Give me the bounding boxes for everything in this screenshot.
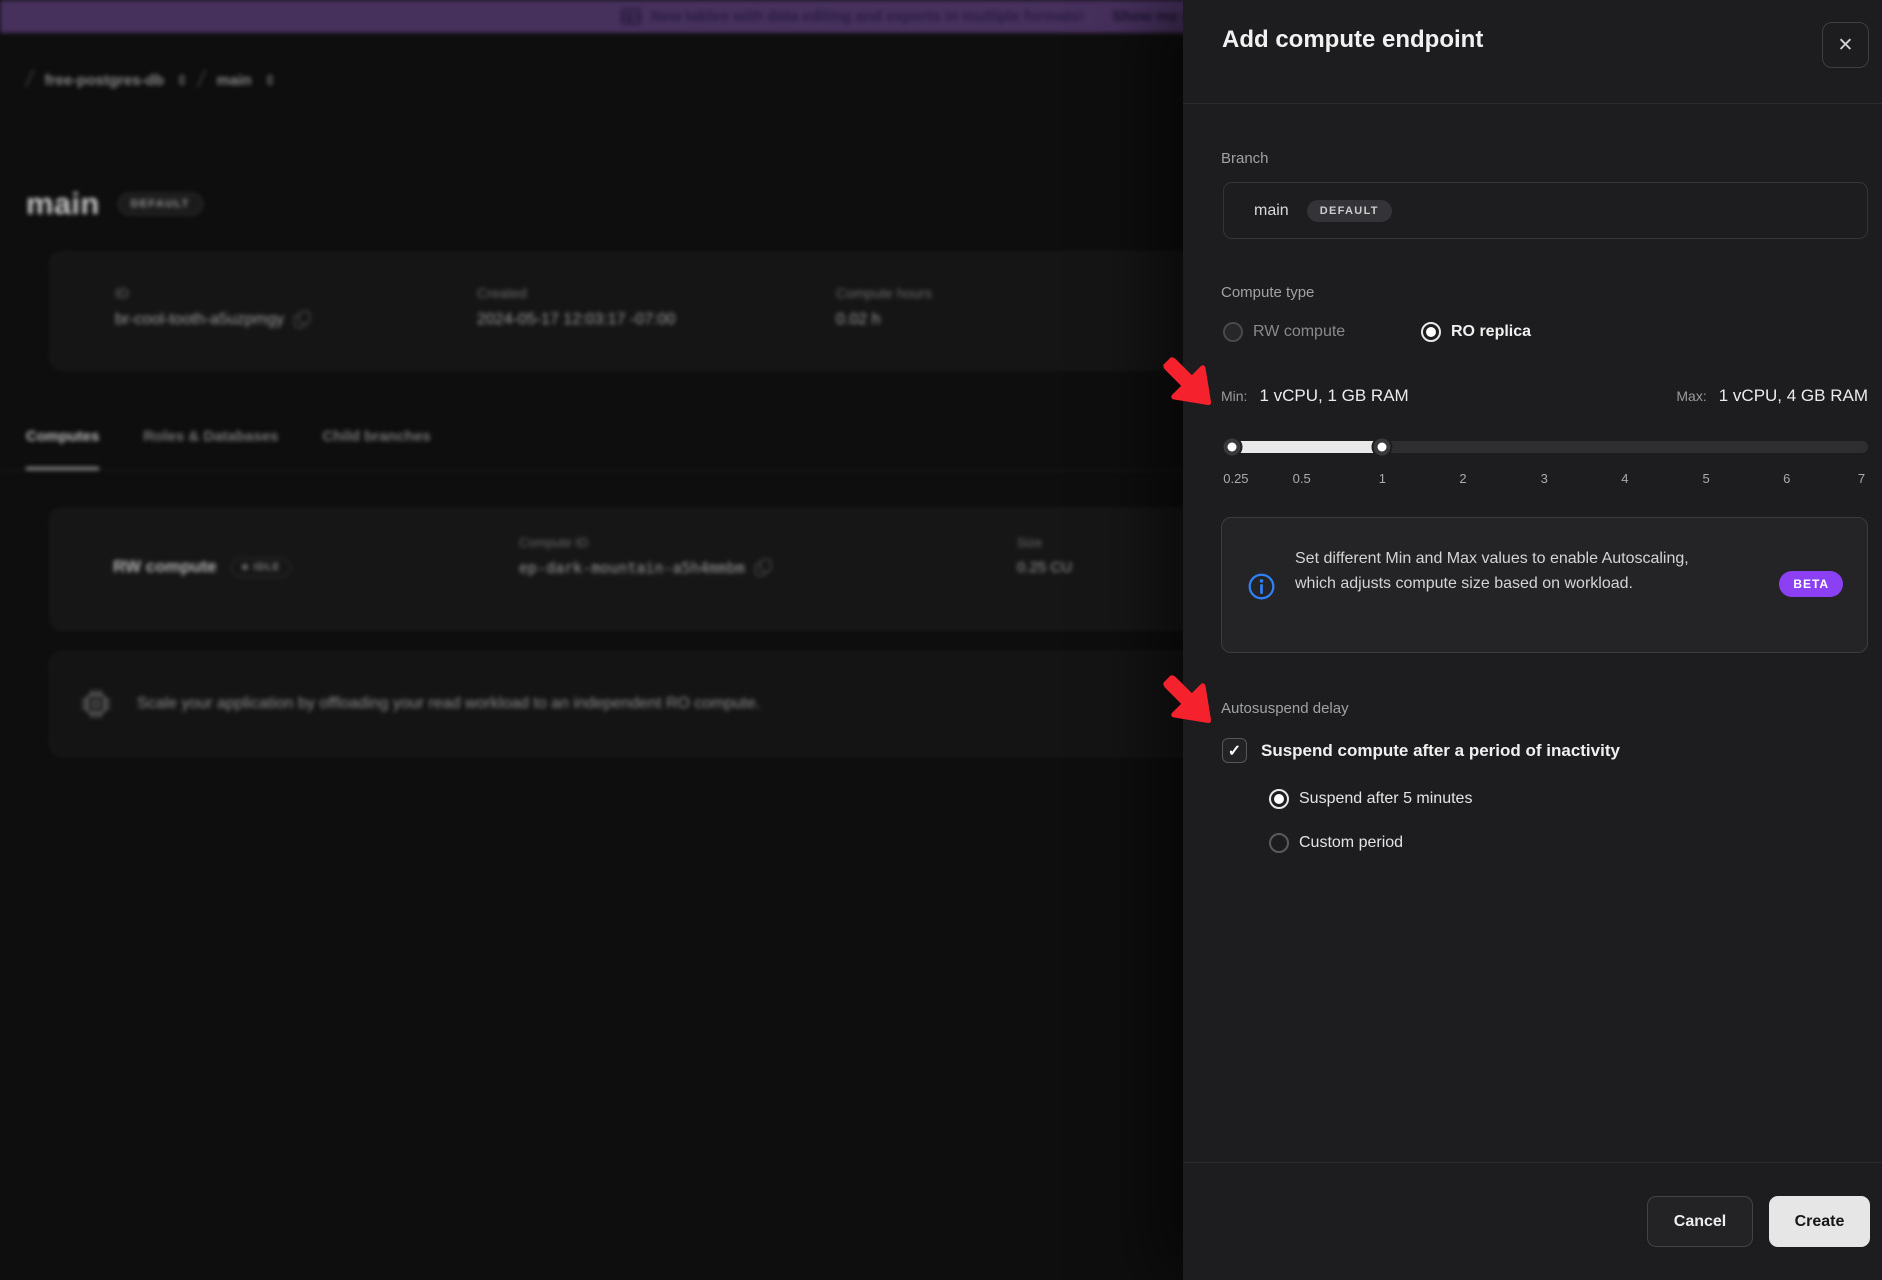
close-icon: ✕: [1838, 34, 1854, 57]
branch-field: main DEFAULT: [1223, 182, 1868, 239]
branch-section-label: Branch: [1221, 150, 1269, 167]
page-title: main: [26, 186, 100, 222]
status-badge: IDLE: [231, 558, 292, 577]
radio-icon[interactable]: [1269, 833, 1289, 853]
tick-label: 2: [1459, 471, 1466, 486]
radio-label: Custom period: [1299, 834, 1403, 852]
tick-label: 4: [1621, 471, 1628, 486]
radio-label: RW compute: [1253, 323, 1345, 341]
tick-label: 7: [1858, 471, 1865, 486]
size-label: Size: [1017, 535, 1072, 550]
compute-size-field: Size 0.25 CU: [1017, 535, 1072, 576]
tab-child-branches[interactable]: Child branches: [322, 428, 430, 470]
radio-custom-period[interactable]: Custom period: [1269, 833, 1403, 853]
radio-label: Suspend after 5 minutes: [1299, 790, 1472, 808]
red-arrow-min-icon: [1158, 352, 1220, 414]
drawer-title: Add compute endpoint: [1222, 26, 1483, 54]
table-icon: [621, 8, 641, 25]
slider-handle-max[interactable]: [1374, 439, 1391, 456]
drawer-header: Add compute endpoint ✕: [1183, 0, 1882, 104]
slider-range-fill: [1223, 441, 1382, 453]
stat-value: 2024-05-17 12:03:17 -07:00: [477, 311, 675, 329]
tick-label: 5: [1702, 471, 1709, 486]
radio-icon[interactable]: [1421, 322, 1441, 342]
red-arrow-autosuspend-icon: [1158, 670, 1220, 732]
banner-message: New tables with data editing and exports…: [651, 8, 1084, 25]
suspend-checkbox-row[interactable]: ✓ Suspend compute after a period of inac…: [1222, 738, 1620, 763]
stat-label: Compute hours: [836, 285, 932, 301]
stat-compute-hours: Compute hours 0.02 h: [836, 285, 932, 329]
radio-label: RO replica: [1451, 323, 1531, 341]
compute-type-label: Compute type: [1221, 284, 1314, 301]
slider-ticks: 0.25 0.5 1 2 3 4 5 6 7: [1223, 471, 1868, 489]
suspend-checkbox-label: Suspend compute after a period of inacti…: [1261, 741, 1620, 761]
branch-default-badge: DEFAULT: [1307, 200, 1392, 222]
size-value: 0.25 CU: [1017, 559, 1072, 576]
stat-value: 0.02 h: [836, 311, 880, 329]
tab-computes[interactable]: Computes: [26, 428, 99, 470]
radio-icon[interactable]: [1223, 322, 1243, 342]
footer-divider: [1183, 1162, 1882, 1163]
chevron-updown-icon[interactable]: [266, 74, 274, 86]
breadcrumb-project[interactable]: free-postgres-db: [45, 72, 164, 89]
branch-tabs: Computes Roles & Databases Child branche…: [26, 428, 431, 470]
radio-ro-replica[interactable]: RO replica: [1421, 322, 1531, 342]
minmax-row: Min: 1 vCPU, 1 GB RAM Max: 1 vCPU, 4 GB …: [1221, 386, 1868, 406]
tick-label: 6: [1783, 471, 1790, 486]
stat-label: Created: [477, 285, 675, 301]
branch-field-value: main: [1254, 202, 1289, 220]
status-text: IDLE: [254, 562, 281, 573]
max-label: Max:: [1676, 388, 1706, 404]
min-group: Min: 1 vCPU, 1 GB RAM: [1221, 386, 1409, 406]
beta-badge: BETA: [1779, 571, 1843, 597]
compute-id-value: ep-dark-mountain-a5h4mmbm: [519, 559, 745, 577]
ro-hint-text: Scale your application by offloading you…: [137, 695, 760, 713]
copy-icon[interactable]: [755, 559, 771, 577]
compute-id-label: Compute ID: [519, 535, 771, 550]
checkbox-checked-icon[interactable]: ✓: [1222, 738, 1247, 763]
tick-label: 0.5: [1293, 471, 1311, 486]
tab-roles-databases[interactable]: Roles & Databases: [143, 428, 278, 470]
cancel-button[interactable]: Cancel: [1647, 1196, 1753, 1247]
slider-handle-min[interactable]: [1224, 439, 1241, 456]
compute-size-slider[interactable]: 0.25 0.5 1 2 3 4 5 6 7: [1223, 441, 1882, 489]
screen: New tables with data editing and exports…: [0, 0, 1882, 1280]
branch-header: main DEFAULT: [26, 186, 203, 222]
compute-name: RW compute: [113, 557, 217, 577]
breadcrumb: / free-postgres-db / main: [26, 66, 274, 94]
autoscaling-info-text: Set different Min and Max values to enab…: [1295, 546, 1715, 596]
radio-icon[interactable]: [1269, 789, 1289, 809]
tabs-divider: [0, 470, 1183, 471]
radio-suspend-5-minutes[interactable]: Suspend after 5 minutes: [1269, 789, 1472, 809]
close-button[interactable]: ✕: [1822, 22, 1869, 68]
breadcrumb-branch[interactable]: main: [217, 72, 252, 89]
compute-id-field: Compute ID ep-dark-mountain-a5h4mmbm: [519, 535, 771, 577]
chip-icon: [81, 689, 111, 719]
copy-icon[interactable]: [294, 311, 310, 329]
chevron-updown-icon[interactable]: [178, 74, 186, 86]
autosuspend-label: Autosuspend delay: [1221, 700, 1349, 717]
breadcrumb-divider: /: [195, 66, 207, 94]
add-compute-endpoint-drawer: Add compute endpoint ✕ Branch main DEFAU…: [1183, 0, 1882, 1280]
breadcrumb-divider: /: [24, 66, 36, 94]
radio-rw-compute[interactable]: RW compute: [1223, 322, 1345, 342]
stat-label: ID: [115, 285, 310, 301]
stat-id: ID br-cool-tooth-a5uzpmgy: [115, 285, 310, 329]
autoscaling-info-box: Set different Min and Max values to enab…: [1221, 517, 1868, 653]
max-group: Max: 1 vCPU, 4 GB RAM: [1676, 386, 1868, 406]
create-button[interactable]: Create: [1769, 1196, 1870, 1247]
stat-created: Created 2024-05-17 12:03:17 -07:00: [477, 285, 675, 329]
tick-label: 0.25: [1223, 471, 1248, 486]
tick-label: 3: [1541, 471, 1548, 486]
tick-label: 1: [1379, 471, 1386, 486]
min-value: 1 vCPU, 1 GB RAM: [1259, 386, 1408, 406]
stat-value: br-cool-tooth-a5uzpmgy: [115, 311, 284, 329]
max-value: 1 vCPU, 4 GB RAM: [1719, 386, 1868, 406]
default-badge: DEFAULT: [118, 193, 203, 215]
info-icon: [1248, 573, 1275, 600]
status-dot-icon: [242, 564, 248, 570]
